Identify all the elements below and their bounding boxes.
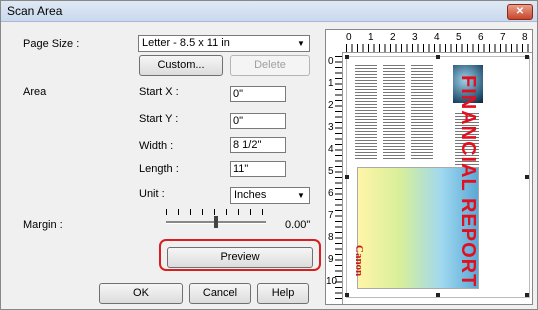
ruler-left-label: 6 (328, 188, 334, 199)
preview-button[interactable]: Preview (167, 247, 313, 268)
ruler-top-label: 4 (434, 32, 440, 43)
ruler-left-label: 3 (328, 122, 334, 133)
page-size-select[interactable]: Letter - 8.5 x 11 in ▼ (138, 35, 310, 52)
ruler-left: 0 1 2 3 4 5 6 7 8 9 10 (326, 52, 343, 304)
start-y-field[interactable]: 0" (230, 113, 286, 129)
ruler-left-label: 10 (326, 276, 338, 287)
margin-slider[interactable] (166, 209, 266, 233)
ruler-top-label: 6 (478, 32, 484, 43)
ruler-top: 0 1 2 3 4 5 6 7 8 (326, 30, 532, 53)
ruler-top-label: 7 (500, 32, 506, 43)
page-size-label: Page Size : (23, 38, 80, 50)
window-title: Scan Area (7, 4, 63, 18)
start-x-label: Start X : (139, 86, 179, 98)
title-bar: Scan Area ✕ (1, 1, 537, 22)
text-column (411, 63, 433, 161)
ruler-left-ticks (335, 56, 342, 302)
scan-area-dialog: Scan Area ✕ Page Size : Letter - 8.5 x 1… (0, 0, 538, 310)
crop-handle[interactable] (525, 55, 529, 59)
text-column (355, 63, 377, 161)
crop-handle[interactable] (345, 293, 349, 297)
custom-button[interactable]: Custom... (139, 55, 223, 76)
crop-handle[interactable] (525, 175, 529, 179)
ok-button[interactable]: OK (99, 283, 183, 304)
crop-handle[interactable] (525, 293, 529, 297)
ruler-left-label: 1 (328, 78, 334, 89)
margin-label: Margin : (23, 219, 63, 231)
ruler-top-label: 5 (456, 32, 462, 43)
length-label: Length : (139, 163, 179, 175)
ruler-left-label: 0 (328, 56, 334, 67)
slider-ticks (166, 209, 266, 215)
ruler-left-label: 8 (328, 232, 334, 243)
ruler-top-ticks (346, 44, 530, 52)
ruler-top-label: 3 (412, 32, 418, 43)
width-field[interactable]: 8 1/2" (230, 137, 286, 153)
report-title-band (493, 61, 523, 291)
start-y-label: Start Y : (139, 113, 179, 125)
cancel-button[interactable]: Cancel (189, 283, 251, 304)
ruler-top-label: 2 (390, 32, 396, 43)
chevron-down-icon[interactable]: ▼ (294, 189, 308, 202)
chevron-down-icon[interactable]: ▼ (294, 37, 308, 50)
crop-handle[interactable] (436, 293, 440, 297)
crop-handle[interactable] (436, 55, 440, 59)
margin-value: 0.00" (285, 219, 311, 231)
delete-button[interactable]: Delete (230, 55, 310, 76)
ruler-top-label: 8 (522, 32, 528, 43)
preview-pane[interactable]: 0 1 2 3 4 5 6 7 8 0 1 2 3 4 5 6 7 8 9 10 (325, 29, 533, 305)
start-x-field[interactable]: 0" (230, 86, 286, 102)
ruler-left-label: 9 (328, 254, 334, 265)
crop-handle[interactable] (345, 175, 349, 179)
ruler-left-label: 2 (328, 100, 334, 111)
report-title: FINANCIAL REPORT (457, 75, 479, 288)
unit-label: Unit : (139, 188, 165, 200)
slider-thumb[interactable] (214, 216, 218, 228)
width-label: Width : (139, 140, 174, 152)
help-button[interactable]: Help (257, 283, 309, 304)
ruler-top-label: 1 (368, 32, 374, 43)
text-column (383, 63, 405, 161)
length-field[interactable]: 11" (230, 161, 286, 177)
unit-value: Inches (234, 189, 267, 201)
ruler-left-label: 4 (328, 144, 334, 155)
ruler-left-label: 5 (328, 166, 334, 177)
crop-handle[interactable] (345, 55, 349, 59)
ruler-left-label: 7 (328, 210, 334, 221)
canon-logo: Canon (353, 245, 365, 277)
unit-select[interactable]: Inches ▼ (230, 187, 310, 204)
ruler-top-label: 0 (346, 32, 352, 43)
scanned-page-preview[interactable]: Canon FINANCIAL REPORT (345, 55, 530, 298)
close-button[interactable]: ✕ (507, 4, 533, 20)
area-label: Area (23, 86, 47, 98)
page-size-value: Letter - 8.5 x 11 in (142, 37, 230, 49)
